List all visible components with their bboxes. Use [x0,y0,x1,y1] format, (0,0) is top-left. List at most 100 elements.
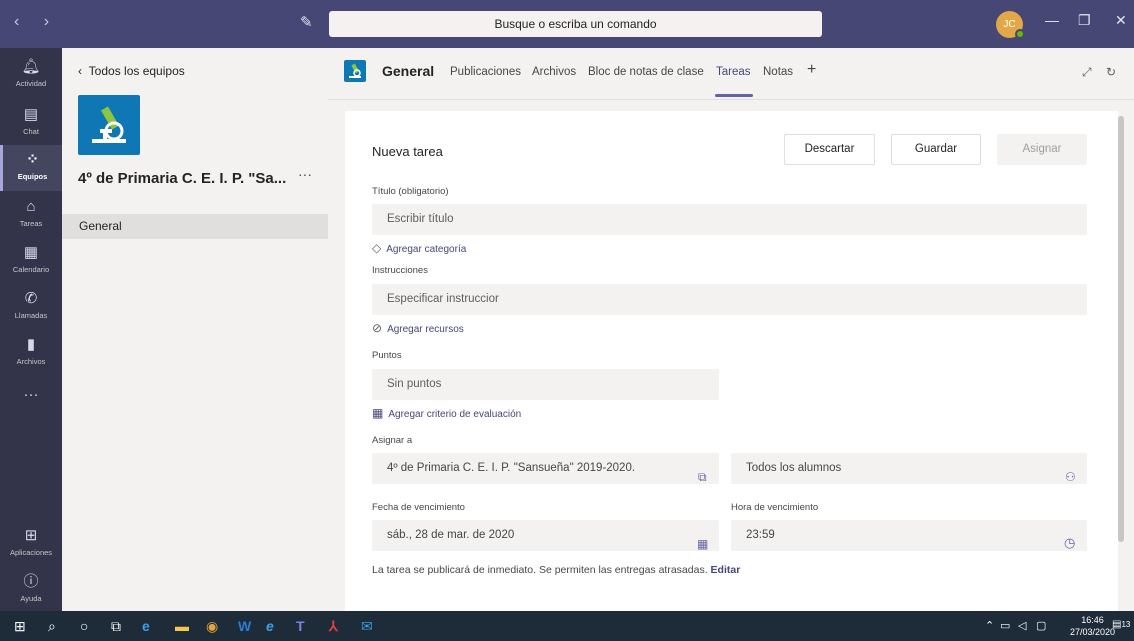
add-person-icon: ⚇ [1065,470,1076,484]
rail-item-assignments[interactable]: ⌂ Tareas [0,192,62,238]
windows-taskbar: ⊞ ⌕ ○ ⧉ e ▬ ◉ W e T ⅄ ✉ ⌃ ▭ ◁ ▢ 16:46 27/… [0,611,1134,641]
due-date-picker[interactable]: sáb., 28 de mar. de 2020 ▦ [372,520,719,551]
history-nav[interactable]: ‹ › [14,13,59,31]
system-clock[interactable]: 16:46 27/03/2020 [1070,614,1115,638]
phone-icon: ✆ [24,290,38,307]
search-input[interactable]: Busque o escriba un comando [329,11,822,37]
rail-item-calendar[interactable]: ▦ Calendario [0,238,62,284]
network-icon[interactable]: ▭ [1000,619,1010,632]
teams-panel: ‹ Todos los equipos 4º de Primaria C. E.… [62,48,328,611]
minimize-icon[interactable]: — [1045,12,1059,28]
expand-icon[interactable]: ⤢ [1082,65,1092,80]
chrome-icon[interactable]: ◉ [206,617,218,635]
teams-icon: ⁘ [26,151,39,168]
edge-icon[interactable]: e [142,617,150,635]
title-input[interactable]: Escribir título [372,204,1087,235]
points-label: Puntos [372,350,402,361]
assignments-icon: ⌂ [26,198,36,215]
clock-icon: ◷ [1064,535,1076,550]
rail-item-chat[interactable]: ▤ Chat [0,100,62,146]
calendar-icon: ▦ [697,537,709,551]
instructions-label: Instrucciones [372,265,428,276]
tray-chevron-icon[interactable]: ⌃ [985,619,994,632]
monitor-icon[interactable]: ▢ [1036,619,1046,632]
status-dot-icon [1015,29,1025,39]
paperclip-icon: ⊘ [372,321,383,335]
app-rail: 🔔︎ Actividad ▤ Chat ⁘ Equipos ⌂ Tareas ▦ Cale… [0,48,62,611]
rail-item-apps[interactable]: ⊞ Aplicaciones [0,521,62,567]
tab-posts[interactable]: Publicaciones [450,66,521,78]
channel-title: General [382,63,435,79]
due-time-picker[interactable]: 23:59 ◷ [731,520,1087,551]
main-content: General Publicaciones Archivos Bloc de n… [328,48,1134,611]
acrobat-icon[interactable]: ⅄ [329,617,338,635]
channel-header: General Publicaciones Archivos Bloc de n… [328,48,1134,100]
rail-item-files[interactable]: ▮ Archivos [0,330,62,376]
form-heading: Nueva tarea [372,144,443,159]
tab-notes[interactable]: Notas [763,66,793,78]
avatar[interactable]: JC [996,11,1025,39]
cortana-icon[interactable]: ○ [80,617,88,635]
internet-explorer-icon[interactable]: e [266,617,274,635]
title-bar: ‹ › ✎ Busque o escriba un comando JC — ❐… [0,0,1134,48]
volume-icon[interactable]: ◁ [1018,619,1026,632]
class-picker-icon: ⧉ [698,470,707,484]
apps-icon: ⊞ [24,527,38,544]
tab-assignments[interactable]: Tareas [716,66,751,78]
channel-item-general[interactable]: General [62,214,328,239]
title-label: Título (obligatorio) [372,186,449,197]
refresh-icon[interactable]: ↻ [1106,65,1116,79]
form-scrollbar[interactable] [1118,116,1124,542]
calendar-icon: ▦ [23,244,39,261]
file-explorer-icon[interactable]: ▬ [175,617,189,635]
add-resources-link[interactable]: ⊘ Agregar recursos [372,321,464,335]
points-input[interactable]: Sin puntos [372,369,719,400]
rail-more-button[interactable]: ··· [0,380,62,426]
active-tab-indicator [715,94,753,97]
add-rubric-link[interactable]: ▦ Agregar criterio de evaluación [372,406,521,420]
due-time-label: Hora de vencimiento [731,502,819,513]
add-tab-button[interactable]: + [807,61,816,79]
teams-taskbar-icon[interactable]: T [296,617,305,635]
assign-to-label: Asignar a [372,435,413,446]
new-assignment-form: Nueva tarea Descartar Guardar Asignar Tí… [345,111,1118,611]
rail-item-teams[interactable]: ⁘ Equipos [0,145,62,191]
task-view-icon[interactable]: ⧉ [111,617,121,635]
chevron-left-icon: ‹ [78,64,89,78]
notifications-icon[interactable]: ▤13 [1112,619,1130,630]
microscope-icon [92,106,126,143]
grid-icon: ▦ [372,406,384,420]
new-chat-icon[interactable]: ✎ [300,13,320,33]
assign-button[interactable]: Asignar [997,134,1087,165]
bell-icon: 🔔︎ [21,58,41,75]
assign-students-select[interactable]: Todos los alumnos ⚇ [731,453,1087,484]
more-icon: ··· [23,386,39,403]
instructions-input[interactable]: Especificar instruccior [372,284,1087,315]
team-more-button[interactable]: ··· [298,166,312,182]
help-icon: ⓘ [23,573,39,590]
tab-class-notebook[interactable]: Bloc de notas de clase [588,66,704,78]
maximize-icon[interactable]: ❐ [1078,12,1091,29]
publish-note: La tarea se publicará de inmediato. Se p… [372,564,741,576]
team-name: 4º de Primaria C. E. I. P. "Sa... [78,170,287,187]
edit-link[interactable]: Editar [711,564,741,576]
rail-item-help[interactable]: ⓘ Ayuda [0,567,62,613]
windows-start-icon[interactable]: ⊞ [14,617,26,635]
tag-icon: ◇ [372,241,382,255]
assign-class-select[interactable]: 4º de Primaria C. E. I. P. "Sansueña" 20… [372,453,719,484]
discard-button[interactable]: Descartar [784,134,875,165]
save-button[interactable]: Guardar [891,134,981,165]
team-logo [78,95,140,155]
close-icon[interactable]: ✕ [1115,12,1127,29]
back-to-teams-link[interactable]: ‹ Todos los equipos [78,64,185,78]
rail-item-activity[interactable]: 🔔︎ Actividad [0,52,62,98]
due-date-label: Fecha de vencimiento [372,502,465,513]
rail-item-calls[interactable]: ✆ Llamadas [0,284,62,330]
add-category-link[interactable]: ◇ Agregar categoría [372,241,466,255]
tab-files[interactable]: Archivos [532,66,576,78]
chat-icon: ▤ [23,106,39,123]
search-icon[interactable]: ⌕ [48,617,56,635]
mail-icon[interactable]: ✉ [361,617,373,635]
channel-team-icon [344,60,366,82]
word-icon[interactable]: W [238,617,251,635]
